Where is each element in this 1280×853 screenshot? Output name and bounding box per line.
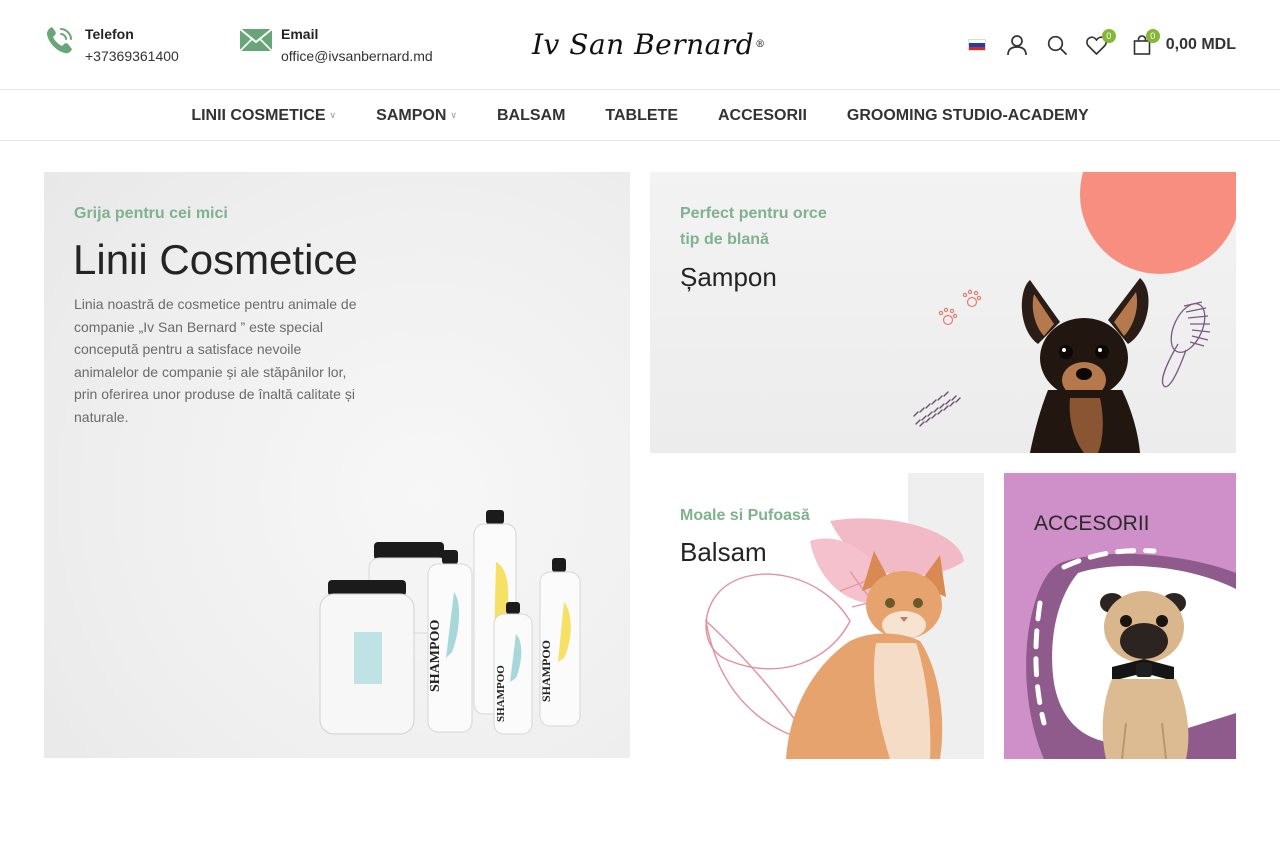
phone-icon: [47, 27, 72, 54]
banner-kicker: Perfect pentru orce tip de blană: [680, 201, 827, 253]
banner-title: Șampon: [680, 262, 777, 292]
banner-linii-cosmetice[interactable]: Grija pentru cei mici Linii Cosmetice Li…: [44, 172, 630, 758]
banner-sampon[interactable]: Perfect pentru orce tip de blană Șampon: [650, 172, 1236, 453]
search-button[interactable]: [1046, 30, 1068, 60]
search-icon: [1047, 35, 1067, 55]
svg-text:SHAMPOO: SHAMPOO: [539, 640, 553, 702]
banner-balsam[interactable]: Moale si Pufoasă Balsam: [650, 473, 984, 759]
banner-kicker-line-2: tip de blană: [680, 231, 769, 248]
cat-photo: [786, 551, 946, 759]
phone-label: Telefon: [85, 26, 134, 42]
wishlist-count-badge: 0: [1101, 29, 1116, 43]
banner-description: Linia noastră de cosmetice pentru animal…: [74, 296, 357, 425]
logo-text: Iv San Bernard: [532, 28, 755, 61]
paw-print-icon: [938, 289, 982, 326]
main-navigation: LINII COSMETICE ∨ SAMPON ∨ BALSAM TABLET…: [0, 91, 1280, 141]
svg-text:SHAMPOO: SHAMPOO: [495, 665, 507, 722]
nav-item-label: GROOMING STUDIO-ACADEMY: [846, 106, 1089, 124]
phone-contact[interactable]: Telefon +37369361400: [43, 22, 179, 67]
email-address[interactable]: office@ivsanbernard.md: [281, 45, 433, 67]
nav-item-linii-cosmetice[interactable]: LINII COSMETICE ∨: [171, 107, 356, 125]
nav-item-tablete[interactable]: TABLETE: [585, 107, 698, 125]
shampoo-products-image: SHAMPOO SHAMPOO SHAMPOO: [319, 510, 581, 735]
nav-item-balsam[interactable]: BALSAM: [477, 107, 585, 125]
cart-count-badge: 0: [1145, 29, 1160, 43]
banner-kicker: Grija pentru cei mici: [74, 205, 228, 222]
nav-item-accesorii[interactable]: ACCESORII: [698, 107, 827, 125]
banner-accesorii[interactable]: ACCESORII: [1004, 473, 1236, 759]
nav-item-sampon[interactable]: SAMPON ∨: [356, 107, 477, 125]
banner-title: ACCESORII: [1034, 512, 1150, 535]
nav-item-label: TABLETE: [605, 106, 678, 124]
cart-button[interactable]: 0: [1132, 29, 1160, 60]
banner-title: Balsam: [680, 537, 767, 567]
nav-item-label: SAMPON: [376, 106, 447, 124]
dog-photo: [1021, 278, 1149, 453]
phone-number[interactable]: +37369361400: [85, 45, 179, 67]
language-flag-icon[interactable]: [967, 39, 986, 51]
site-logo[interactable]: Iv San Bernard®: [532, 27, 765, 63]
account-button[interactable]: [1006, 30, 1028, 60]
nav-item-label: BALSAM: [496, 106, 566, 124]
chevron-down-icon: ∨: [329, 110, 337, 120]
banner-kicker-line-1: Perfect pentru orce: [680, 205, 827, 222]
nav-item-label: LINII COSMETICE: [191, 106, 326, 124]
nav-item-grooming-studio-academy[interactable]: GROOMING STUDIO-ACADEMY: [827, 107, 1109, 125]
nav-item-label: ACCESORII: [718, 106, 807, 124]
svg-text:SHAMPOO: SHAMPOO: [428, 620, 443, 692]
site-header: Telefon +37369361400 Email office@ivsanb…: [0, 0, 1280, 90]
wishlist-button[interactable]: 0: [1086, 29, 1116, 60]
pug-photo: [1100, 591, 1189, 759]
decorative-blob: [1080, 172, 1236, 274]
banner-kicker: Moale si Pufoasă: [680, 507, 810, 524]
sparkle-dots-decoration: [913, 391, 961, 427]
user-icon: [1006, 35, 1027, 56]
banner-title: Linii Cosmetice: [73, 236, 358, 283]
email-contact[interactable]: Email office@ivsanbernard.md: [239, 22, 433, 67]
chevron-down-icon: ∨: [450, 110, 457, 120]
logo-registered-mark: ®: [755, 39, 766, 50]
header-tools: 0 0 0,00 MDL: [967, 29, 1236, 60]
cart-total[interactable]: 0,00 MDL: [1166, 36, 1236, 54]
email-label: Email: [281, 26, 319, 42]
envelope-icon: [239, 28, 273, 52]
